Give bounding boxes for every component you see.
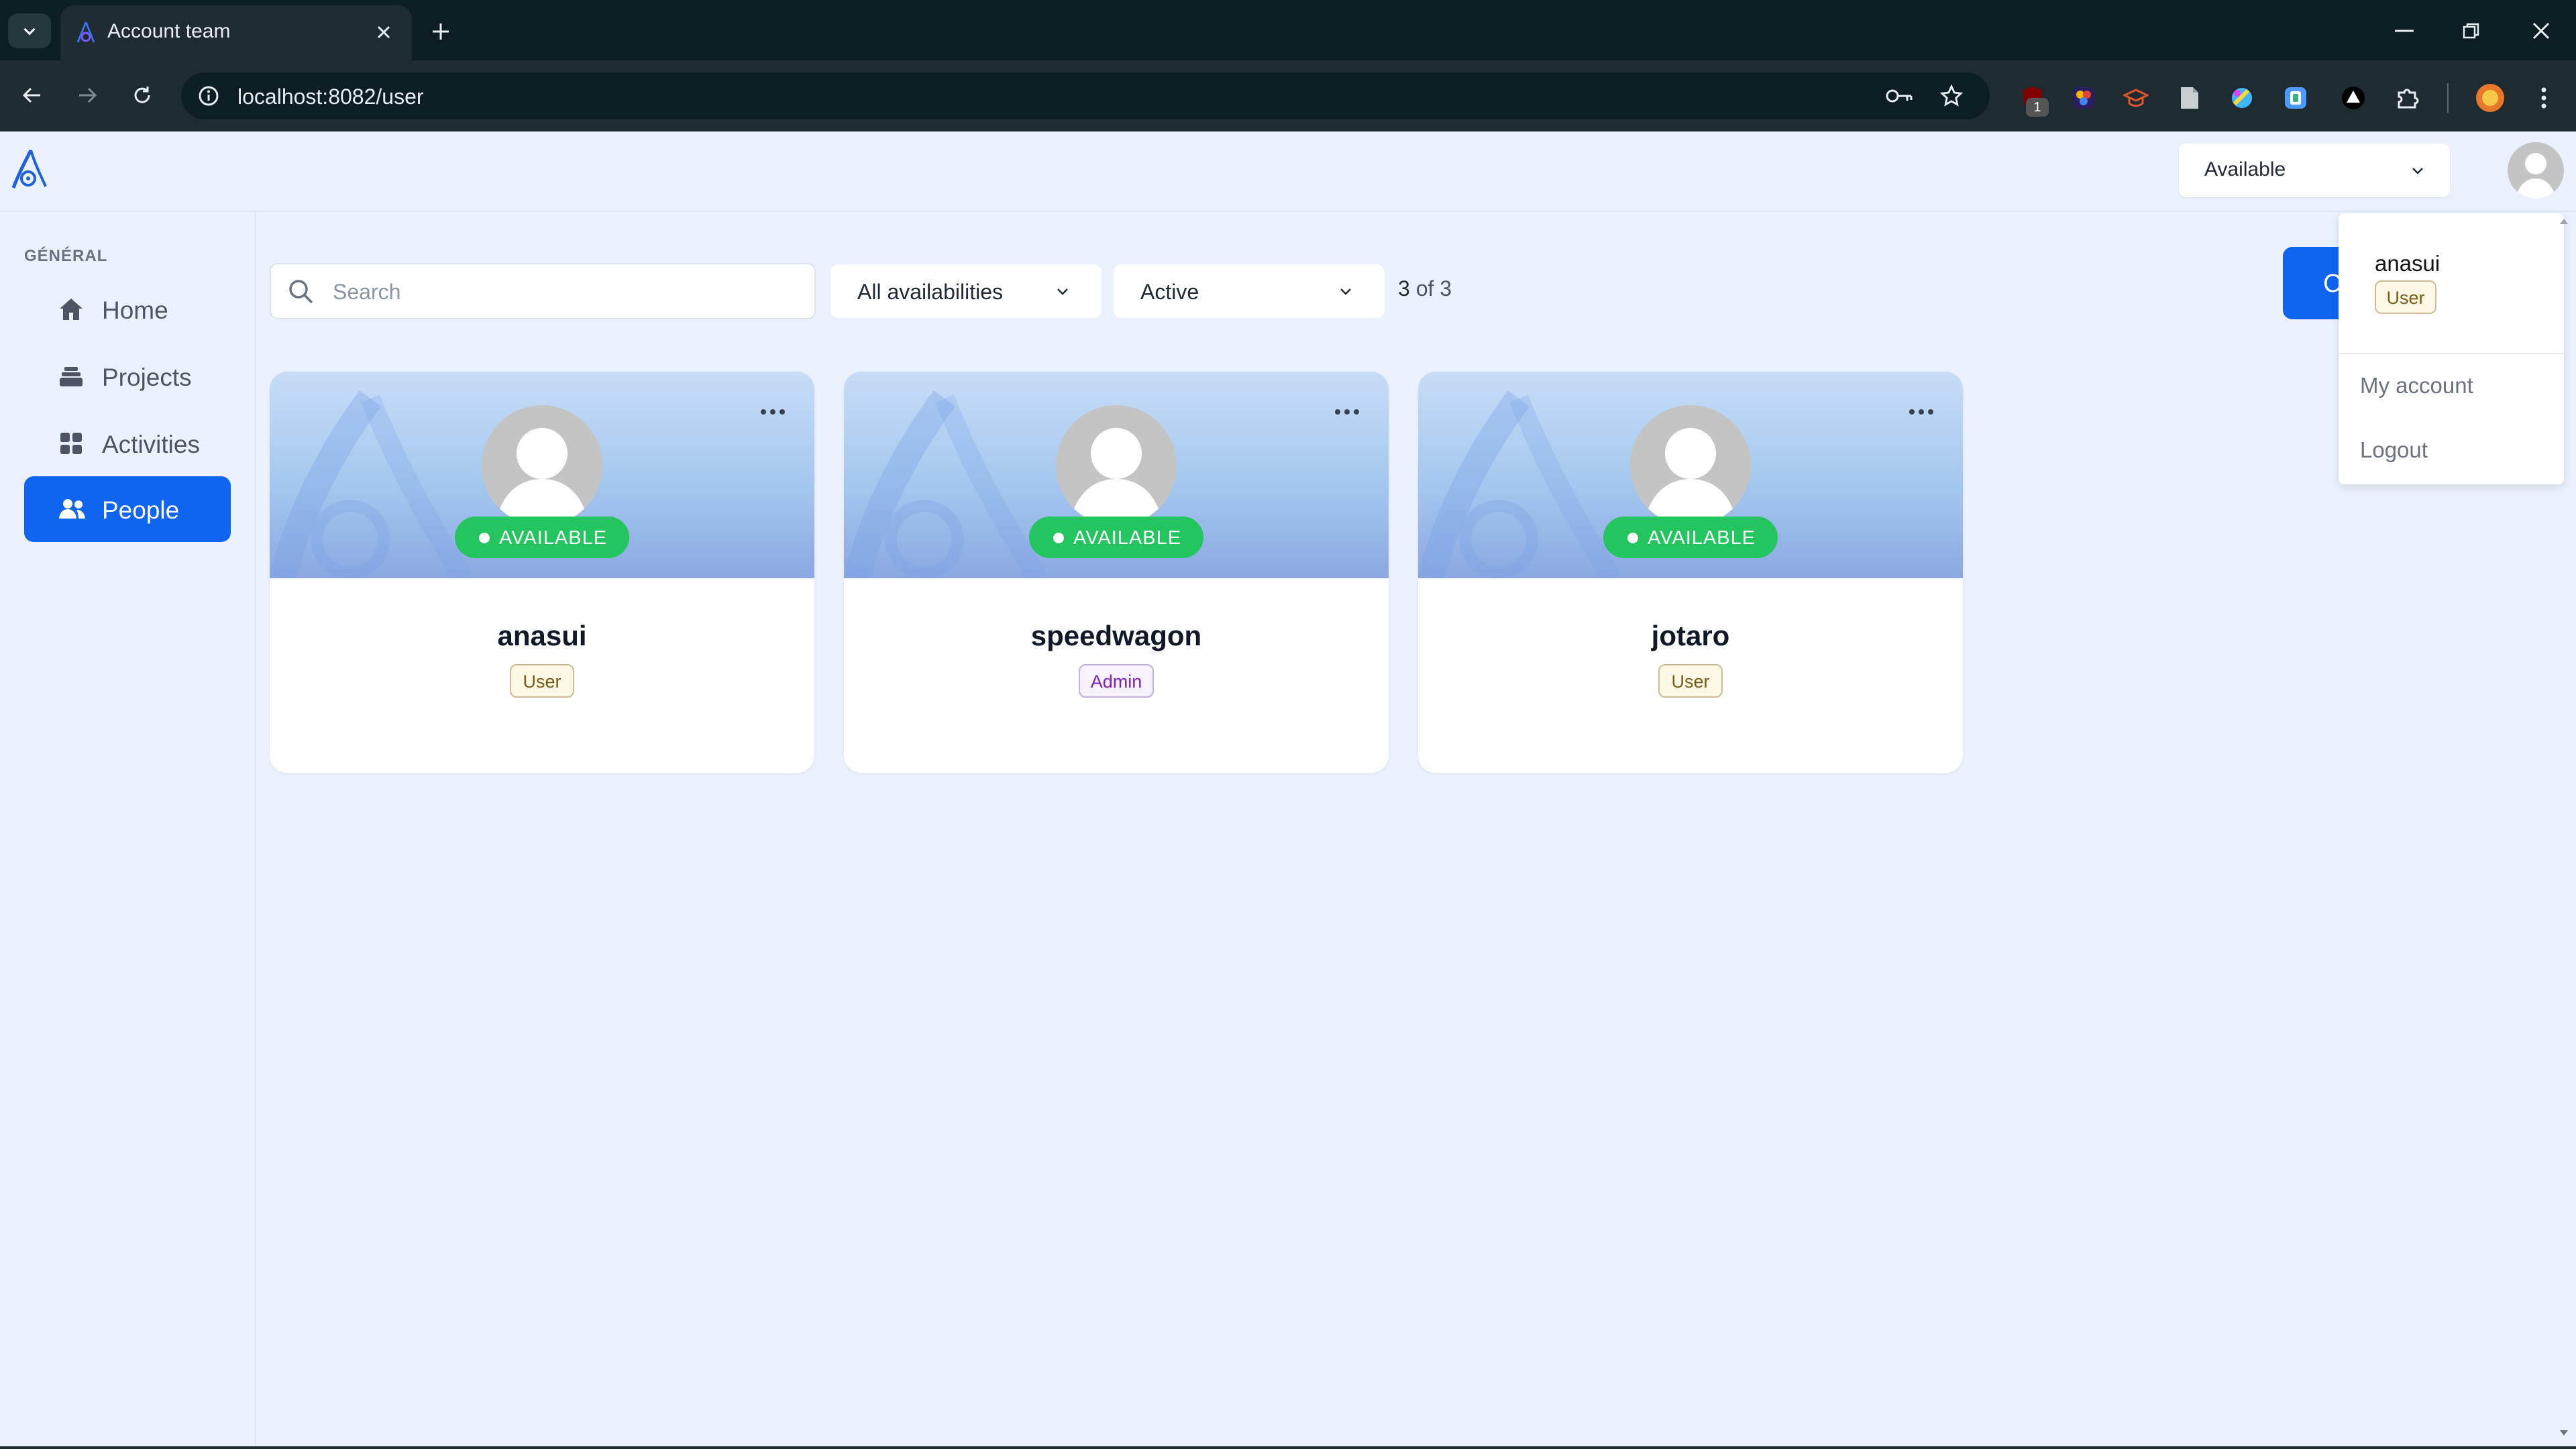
card-menu-icon[interactable] bbox=[1327, 398, 1367, 425]
address-bar[interactable]: localhost:8082/user bbox=[181, 72, 1990, 119]
extension-brush-icon[interactable] bbox=[2226, 82, 2258, 114]
app-logo-icon[interactable] bbox=[9, 146, 50, 193]
scroll-down-icon[interactable] bbox=[2556, 1425, 2572, 1441]
search-input[interactable] bbox=[331, 276, 790, 307]
extension-cap-icon[interactable] bbox=[2120, 82, 2152, 114]
tab-title: Account team bbox=[107, 20, 231, 42]
user-avatar-icon bbox=[1069, 428, 1163, 526]
extension-triangle-icon[interactable] bbox=[2337, 82, 2369, 114]
forward-icon[interactable] bbox=[70, 78, 105, 113]
tab-search-button[interactable] bbox=[8, 13, 51, 48]
role-badge: User bbox=[1658, 664, 1723, 698]
grid-icon bbox=[58, 430, 85, 457]
status-badge: AVAILABLE bbox=[1029, 517, 1203, 558]
chevron-down-icon bbox=[23, 28, 36, 36]
back-icon[interactable] bbox=[15, 78, 50, 113]
role-badge: Admin bbox=[1079, 664, 1154, 698]
status-filter[interactable]: Active bbox=[1114, 264, 1385, 318]
new-tab-icon[interactable] bbox=[424, 15, 458, 48]
home-icon bbox=[58, 296, 85, 323]
my-account-link[interactable]: My account bbox=[2360, 373, 2473, 398]
toolbar-divider bbox=[2447, 83, 2449, 113]
search-box[interactable] bbox=[270, 263, 816, 319]
user-avatar-button[interactable] bbox=[2508, 142, 2564, 199]
user-menu-popup: anasui User My account Logout bbox=[2339, 213, 2564, 484]
popup-divider bbox=[2339, 353, 2564, 354]
chevron-down-icon bbox=[1335, 280, 1356, 302]
favicon-icon bbox=[74, 20, 98, 44]
browser-titlebar: Account team bbox=[0, 0, 2576, 60]
search-icon bbox=[287, 278, 315, 306]
chevron-down-icon bbox=[1052, 280, 1073, 302]
sidebar-item-label: People bbox=[102, 496, 180, 524]
availability-select[interactable]: Available bbox=[2179, 144, 2450, 197]
status-text: AVAILABLE bbox=[1073, 527, 1182, 549]
sidebar-item-activities[interactable]: Activities bbox=[24, 411, 231, 476]
sidebar: GÉNÉRAL Home Projects Activities People bbox=[0, 211, 256, 1449]
result-count-shown: 3 bbox=[1398, 276, 1410, 301]
bookmark-star-icon[interactable] bbox=[1936, 80, 1967, 111]
status-badge: AVAILABLE bbox=[455, 517, 629, 558]
extension-jira-icon[interactable] bbox=[2279, 82, 2312, 114]
sidebar-item-label: Home bbox=[102, 297, 168, 324]
role-badge: User bbox=[510, 664, 574, 698]
result-count: 3 of 3 bbox=[1398, 276, 1452, 301]
popup-role-badge: User bbox=[2375, 280, 2436, 314]
avatar bbox=[1056, 405, 1177, 526]
sidebar-item-label: Projects bbox=[102, 364, 192, 391]
avatar bbox=[1630, 405, 1751, 526]
popup-user-name: anasui bbox=[2375, 251, 2440, 276]
people-icon bbox=[58, 496, 87, 523]
extension-badge: 1 bbox=[2026, 98, 2049, 117]
status-text: AVAILABLE bbox=[1648, 527, 1756, 549]
bottom-border bbox=[0, 1446, 2576, 1449]
card-menu-icon[interactable] bbox=[753, 398, 793, 425]
minimize-icon[interactable] bbox=[2387, 13, 2422, 48]
browser-menu-icon[interactable] bbox=[2528, 80, 2560, 115]
user-name: anasui bbox=[497, 620, 587, 651]
extension-color-icon[interactable] bbox=[2068, 82, 2100, 114]
restore-icon[interactable] bbox=[2454, 13, 2489, 48]
user-card[interactable]: AVAILABLE speedwagon Admin bbox=[844, 372, 1389, 773]
user-card[interactable]: AVAILABLE anasui User bbox=[270, 372, 814, 773]
user-name: speedwagon bbox=[1030, 620, 1202, 651]
user-card[interactable]: AVAILABLE jotaro User bbox=[1418, 372, 1963, 773]
availability-filter-value: All availabilities bbox=[857, 280, 1003, 304]
user-avatar-icon bbox=[2516, 153, 2556, 199]
url-text[interactable]: localhost:8082/user bbox=[237, 85, 424, 109]
availability-filter[interactable]: All availabilities bbox=[830, 264, 1102, 318]
sidebar-item-home[interactable]: Home bbox=[24, 276, 231, 342]
card-menu-icon[interactable] bbox=[1901, 398, 1941, 425]
status-dot-icon bbox=[1627, 533, 1638, 543]
status-filter-value: Active bbox=[1140, 280, 1199, 304]
logout-link[interactable]: Logout bbox=[2360, 437, 2428, 463]
status-text: AVAILABLE bbox=[499, 527, 608, 549]
window-close-icon[interactable] bbox=[2524, 13, 2559, 48]
chevron-down-icon bbox=[2407, 160, 2428, 181]
user-avatar-icon bbox=[1644, 428, 1737, 526]
scroll-up-icon[interactable] bbox=[2556, 213, 2572, 229]
user-avatar-icon bbox=[495, 428, 589, 526]
sidebar-section-label: GÉNÉRAL bbox=[24, 247, 108, 265]
status-dot-icon bbox=[1053, 533, 1064, 543]
reload-icon[interactable] bbox=[125, 78, 160, 113]
sidebar-item-people[interactable]: People bbox=[24, 476, 231, 542]
extension-doc-icon[interactable] bbox=[2174, 82, 2206, 114]
layers-icon bbox=[58, 363, 85, 390]
sidebar-item-label: Activities bbox=[102, 431, 200, 458]
password-key-icon[interactable] bbox=[1884, 82, 1915, 110]
sidebar-item-projects[interactable]: Projects bbox=[24, 343, 231, 409]
availability-value: Available bbox=[2204, 158, 2286, 180]
result-count-total: of 3 bbox=[1415, 276, 1452, 301]
site-info-icon[interactable] bbox=[195, 82, 223, 110]
app-header: Available bbox=[0, 131, 2576, 212]
user-name: jotaro bbox=[1651, 620, 1730, 651]
status-badge: AVAILABLE bbox=[1603, 517, 1778, 558]
extensions-puzzle-icon[interactable] bbox=[2391, 82, 2423, 114]
profile-avatar-icon[interactable] bbox=[2473, 80, 2508, 115]
status-dot-icon bbox=[479, 533, 490, 543]
avatar bbox=[482, 405, 602, 526]
browser-tab[interactable]: Account team bbox=[60, 5, 412, 60]
tab-close-icon[interactable] bbox=[370, 19, 397, 46]
